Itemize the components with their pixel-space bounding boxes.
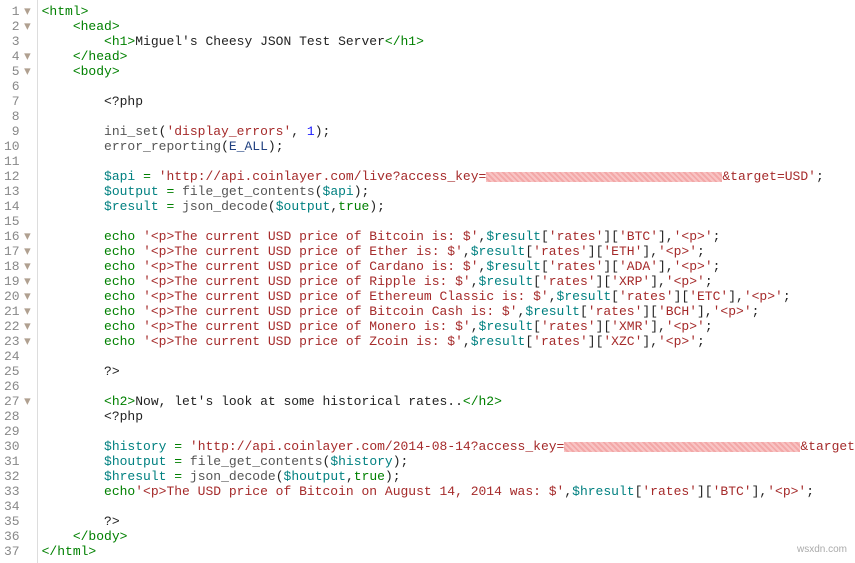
line-number: 13 <box>4 184 31 199</box>
code-line <box>42 424 855 439</box>
code-area[interactable]: <html> <head> <h1>Miguel's Cheesy JSON T… <box>38 0 855 563</box>
line-number: 32 <box>4 469 31 484</box>
code-line: echo '<p>The current USD price of Ether … <box>42 244 855 259</box>
code-line: <?php <box>42 94 855 109</box>
code-line <box>42 109 855 124</box>
code-line: echo '<p>The current USD price of Ethere… <box>42 289 855 304</box>
line-number: 14 <box>4 199 31 214</box>
line-number: 17▾ <box>4 244 31 259</box>
fold-icon[interactable]: ▾ <box>23 304 31 319</box>
code-line: error_reporting(E_ALL); <box>42 139 855 154</box>
line-number: 5▾ <box>4 64 31 79</box>
fold-icon[interactable]: ▾ <box>23 4 31 19</box>
line-number: 31 <box>4 454 31 469</box>
code-line: echo '<p>The current USD price of Monero… <box>42 319 855 334</box>
fold-icon[interactable]: ▾ <box>23 394 31 409</box>
line-number: 23▾ <box>4 334 31 349</box>
code-line: <?php <box>42 409 855 424</box>
line-number: 21▾ <box>4 304 31 319</box>
code-line: <html> <box>42 4 855 19</box>
line-number: 2▾ <box>4 19 31 34</box>
code-line <box>42 214 855 229</box>
code-editor[interactable]: 1▾2▾34▾5▾678910111213141516▾17▾18▾19▾20▾… <box>0 0 855 563</box>
code-line: <body> <box>42 64 855 79</box>
code-line <box>42 349 855 364</box>
code-line: echo '<p>The current USD price of Cardan… <box>42 259 855 274</box>
line-number: 36 <box>4 529 31 544</box>
line-number: 4▾ <box>4 49 31 64</box>
line-number: 11 <box>4 154 31 169</box>
line-number: 1▾ <box>4 4 31 19</box>
code-line: echo '<p>The current USD price of Ripple… <box>42 274 855 289</box>
code-line: echo '<p>The current USD price of Bitcoi… <box>42 229 855 244</box>
fold-icon[interactable]: ▾ <box>23 244 31 259</box>
line-number: 16▾ <box>4 229 31 244</box>
line-number-gutter: 1▾2▾34▾5▾678910111213141516▾17▾18▾19▾20▾… <box>0 0 38 563</box>
line-number: 8 <box>4 109 31 124</box>
line-number: 20▾ <box>4 289 31 304</box>
fold-icon[interactable]: ▾ <box>23 289 31 304</box>
code-line: ?> <box>42 364 855 379</box>
code-line <box>42 79 855 94</box>
code-line <box>42 499 855 514</box>
line-number: 22▾ <box>4 319 31 334</box>
code-line <box>42 379 855 394</box>
redacted-text <box>564 442 800 452</box>
line-number: 26 <box>4 379 31 394</box>
line-number: 33 <box>4 484 31 499</box>
line-number: 12 <box>4 169 31 184</box>
line-number: 27▾ <box>4 394 31 409</box>
code-line: ?> <box>42 514 855 529</box>
code-line: <h2>Now, let's look at some historical r… <box>42 394 855 409</box>
line-number: 9 <box>4 124 31 139</box>
code-line: echo'<p>The USD price of Bitcoin on Augu… <box>42 484 855 499</box>
fold-icon[interactable]: ▾ <box>23 259 31 274</box>
code-line: $history = 'http://api.coinlayer.com/201… <box>42 439 855 454</box>
fold-icon[interactable]: ▾ <box>23 64 31 79</box>
code-line: echo '<p>The current USD price of Zcoin … <box>42 334 855 349</box>
code-line: <h1>Miguel's Cheesy JSON Test Server</h1… <box>42 34 855 49</box>
redacted-text <box>486 172 722 182</box>
code-line: </head> <box>42 49 855 64</box>
fold-icon[interactable]: ▾ <box>23 49 31 64</box>
fold-icon[interactable]: ▾ <box>23 334 31 349</box>
line-number: 37 <box>4 544 31 559</box>
code-line: </body> <box>42 529 855 544</box>
code-line: echo '<p>The current USD price of Bitcoi… <box>42 304 855 319</box>
line-number: 24 <box>4 349 31 364</box>
fold-icon[interactable]: ▾ <box>23 19 31 34</box>
line-number: 10 <box>4 139 31 154</box>
fold-icon[interactable]: ▾ <box>23 229 31 244</box>
code-line: $houtput = file_get_contents($history); <box>42 454 855 469</box>
code-line: </html> <box>42 544 855 559</box>
line-number: 28 <box>4 409 31 424</box>
line-number: 25 <box>4 364 31 379</box>
line-number: 6 <box>4 79 31 94</box>
fold-icon[interactable]: ▾ <box>23 274 31 289</box>
code-line: $hresult = json_decode($houtput,true); <box>42 469 855 484</box>
line-number: 19▾ <box>4 274 31 289</box>
code-line: ini_set('display_errors', 1); <box>42 124 855 139</box>
line-number: 18▾ <box>4 259 31 274</box>
line-number: 30 <box>4 439 31 454</box>
watermark: wsxdn.com <box>797 544 847 555</box>
code-line <box>42 154 855 169</box>
fold-icon[interactable]: ▾ <box>23 319 31 334</box>
line-number: 15 <box>4 214 31 229</box>
code-line: <head> <box>42 19 855 34</box>
line-number: 3 <box>4 34 31 49</box>
line-number: 7 <box>4 94 31 109</box>
code-line: $result = json_decode($output,true); <box>42 199 855 214</box>
line-number: 35 <box>4 514 31 529</box>
code-line: $output = file_get_contents($api); <box>42 184 855 199</box>
line-number: 34 <box>4 499 31 514</box>
line-number: 29 <box>4 424 31 439</box>
code-line: $api = 'http://api.coinlayer.com/live?ac… <box>42 169 855 184</box>
